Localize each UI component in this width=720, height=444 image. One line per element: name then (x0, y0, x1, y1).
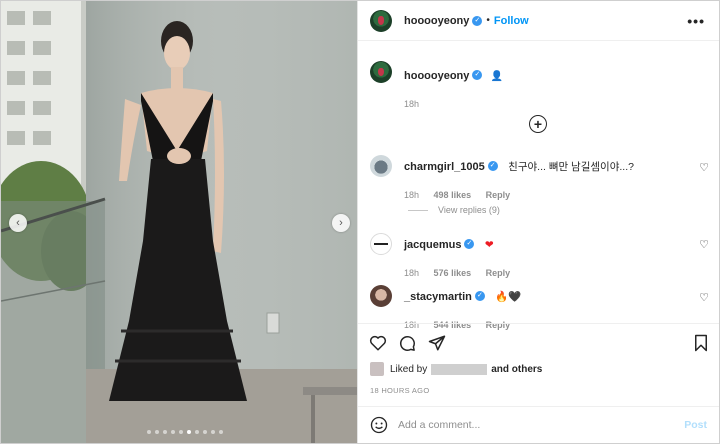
comment-likes[interactable]: 576 likes (434, 268, 472, 278)
carousel-indicator (147, 430, 223, 434)
comment-meta: 18h 498 likes Reply (404, 190, 634, 200)
carousel-dot (195, 430, 199, 434)
comment-time: 18h (404, 190, 420, 200)
comment-icon[interactable] (398, 334, 416, 352)
comment-likes[interactable]: 498 likes (434, 190, 472, 200)
comment-like-heart-icon[interactable]: ♡ (699, 291, 709, 304)
divider (408, 209, 428, 211)
carousel-dot (179, 430, 183, 434)
carousel-dot (155, 430, 159, 434)
author-avatar[interactable] (370, 9, 392, 32)
carousel-dot (187, 430, 191, 434)
carousel-dot (203, 430, 207, 434)
post-header: hooooyeony ✓ • Follow ••• (358, 1, 719, 41)
view-replies-label: View replies (9) (438, 205, 500, 215)
caption: hooooyeony ✓ 👤 18h (370, 61, 503, 109)
post-timestamp: 18 HOURS AGO (370, 386, 430, 395)
carousel-dot (219, 430, 223, 434)
more-options-icon[interactable]: ••• (687, 13, 705, 29)
bookmark-icon[interactable] (692, 334, 710, 352)
commenter-username[interactable]: jacquemus (404, 239, 461, 251)
commenter-avatar[interactable] (370, 233, 392, 255)
comment-input[interactable] (398, 419, 648, 431)
verified-badge-icon: ✓ (487, 160, 498, 171)
verified-badge-icon: ✓ (464, 238, 475, 249)
comment-text: 친구야... 뼈만 남길셈이야...? (508, 161, 634, 173)
chevron-left-icon: ‹ (16, 217, 20, 229)
carousel-dot (147, 430, 151, 434)
view-replies-button[interactable]: View replies (9) (408, 205, 500, 215)
commenter-username[interactable]: _stacymartin (404, 291, 472, 303)
commenter-avatar[interactable] (370, 285, 392, 307)
emoji-icon[interactable] (370, 416, 388, 434)
chevron-right-icon: › (339, 217, 343, 229)
post-modal: ‹ › hooooyeony ✓ • Follow ••• hooooyeony… (0, 0, 720, 444)
carousel-dot (163, 430, 167, 434)
comment-time: 18h (404, 268, 420, 278)
post-details-panel: hooooyeony ✓ • Follow ••• hooooyeony ✓ 👤 … (357, 1, 719, 443)
carousel-dot (171, 430, 175, 434)
post-photo[interactable]: ‹ › (1, 1, 357, 443)
add-comment-bar: Post (358, 406, 719, 443)
caption-avatar[interactable] (370, 61, 392, 83)
liked-by-others[interactable]: and others (491, 364, 542, 375)
comment-like-heart-icon[interactable]: ♡ (699, 238, 709, 251)
carousel-prev-button[interactable]: ‹ (9, 214, 27, 232)
heart-icon[interactable] (369, 334, 387, 352)
liked-by-line: Liked by and others (370, 362, 542, 376)
caption-time: 18h (404, 99, 420, 109)
comment-meta: 18h 576 likes Reply (404, 268, 522, 278)
comment-item: charmgirl_1005 ✓ 친구야... 뼈만 남길셈이야...? 18h … (370, 155, 634, 200)
follow-button[interactable]: Follow (494, 15, 529, 27)
liked-by-prefix: Liked by (390, 363, 428, 375)
post-comment-button[interactable]: Post (684, 419, 707, 431)
verified-badge-icon: ✓ (472, 69, 483, 80)
liker-avatar[interactable] (370, 362, 384, 376)
commenter-username[interactable]: charmgirl_1005 (404, 161, 485, 173)
verified-badge-icon: ✓ (472, 15, 483, 26)
photo-illustration (1, 1, 357, 443)
share-icon[interactable] (428, 334, 446, 352)
comment-text: ❤ (484, 239, 494, 251)
reply-button[interactable]: Reply (486, 268, 511, 278)
caption-username[interactable]: hooooyeony (404, 70, 469, 82)
plus-circle-icon[interactable]: + (529, 115, 547, 133)
author-username[interactable]: hooooyeony (404, 15, 469, 27)
action-bar (358, 323, 719, 361)
commenter-avatar[interactable] (370, 155, 392, 177)
verified-badge-icon: ✓ (474, 290, 485, 301)
caption-emoji: 👤 (490, 71, 504, 82)
redacted-username (431, 363, 488, 375)
reply-button[interactable]: Reply (486, 190, 511, 200)
comment-like-heart-icon[interactable]: ♡ (699, 161, 709, 174)
separator: • (486, 15, 490, 26)
comment-text: 🔥🖤 (495, 291, 522, 303)
jacquemus-logo-icon (374, 243, 388, 245)
comment-item: jacquemus ✓ ❤ 18h 576 likes Reply (370, 233, 522, 278)
carousel-dot (211, 430, 215, 434)
carousel-next-button[interactable]: › (332, 214, 350, 232)
